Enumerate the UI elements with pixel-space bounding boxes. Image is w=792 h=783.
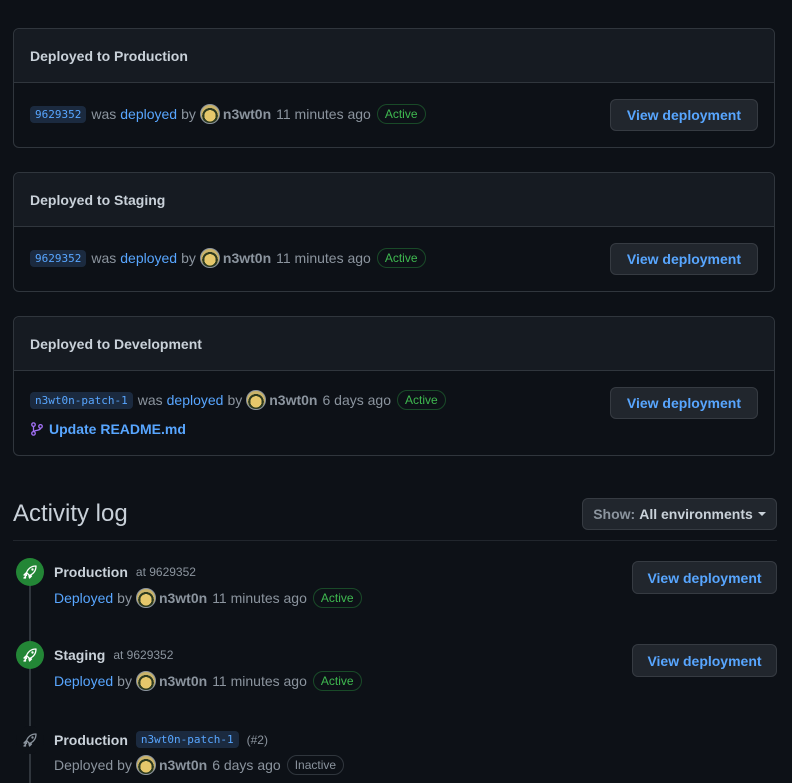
git-branch-icon (31, 422, 43, 436)
rocket-icon (16, 641, 44, 669)
deployed-link[interactable]: Deployed (54, 590, 113, 606)
branch-ref[interactable]: n3wt0n-patch-1 (135, 731, 239, 748)
timestamp: 11 minutes ago (276, 250, 371, 266)
status-badge: Inactive (286, 755, 345, 775)
deployed-link[interactable]: deployed (167, 392, 224, 408)
deployment-info: n3wt0n-patch-1 was deployed by n3wt0n 6 … (30, 390, 446, 410)
activity-entry-info: Deployed by n3wt0n 11 minutes ago Active (54, 588, 362, 608)
pull-request-ref[interactable]: (#2) (247, 733, 268, 747)
card-title: Deployed to Development (14, 317, 774, 371)
commit-ref: at 9629352 (135, 565, 196, 579)
commit-sha[interactable]: 9629352 (30, 105, 87, 123)
view-deployment-button[interactable]: View deployment (609, 99, 758, 131)
was-text: was (91, 250, 117, 266)
deployment-card-development: Deployed to Development n3wt0n-patch-1 w… (13, 316, 775, 456)
view-deployment-button[interactable]: View deployment (632, 561, 777, 594)
status-badge: Active (396, 390, 446, 410)
deployed-link[interactable]: deployed (120, 250, 177, 266)
deployed-text: Deployed (54, 757, 114, 773)
activity-entry-info: Deployed by n3wt0n 6 days ago Inactive (54, 755, 345, 775)
avatar[interactable] (135, 671, 156, 691)
chevron-down-icon (757, 512, 766, 516)
was-text: was (137, 392, 163, 408)
by-text: by (117, 590, 132, 606)
commit-line: Update README.md (30, 421, 186, 437)
status-badge: Active (376, 104, 426, 124)
username[interactable]: n3wt0n (223, 250, 271, 266)
filter-value: All environments (639, 506, 753, 522)
filter-label: Show: (593, 506, 636, 522)
username[interactable]: n3wt0n (159, 590, 207, 606)
status-badge: Active (312, 588, 362, 608)
username[interactable]: n3wt0n (223, 106, 271, 122)
activity-entry-title: Production n3wt0n-patch-1 (#2) (54, 731, 268, 748)
environment-name: Staging (54, 647, 106, 663)
divider (13, 540, 777, 541)
view-deployment-button[interactable]: View deployment (609, 387, 758, 419)
by-text: by (181, 250, 196, 266)
activity-entry-info: Deployed by n3wt0n 11 minutes ago Active (54, 671, 362, 691)
by-text: by (117, 673, 132, 689)
username[interactable]: n3wt0n (159, 757, 207, 773)
avatar[interactable] (199, 248, 220, 268)
activity-entry-title: Staging at 9629352 (54, 647, 173, 663)
deployed-link[interactable]: deployed (120, 106, 177, 122)
deployed-link[interactable]: Deployed (54, 673, 113, 689)
timestamp: 6 days ago (322, 392, 391, 408)
by-text: by (181, 106, 196, 122)
activity-log-heading: Activity log (13, 500, 128, 527)
by-text: by (227, 392, 243, 408)
rocket-icon (16, 726, 44, 754)
was-text: was (91, 106, 117, 122)
commit-sha[interactable]: 9629352 (30, 249, 87, 267)
environment-name: Production (54, 564, 128, 580)
timestamp: 6 days ago (212, 757, 281, 773)
timestamp: 11 minutes ago (212, 673, 307, 689)
branch-ref[interactable]: n3wt0n-patch-1 (30, 391, 133, 409)
deployment-info: 9629352 was deployed by n3wt0n 11 minute… (30, 248, 426, 268)
card-title: Deployed to Staging (14, 173, 774, 227)
deployment-card-production: Deployed to Production 9629352 was deplo… (13, 28, 775, 148)
commit-ref: at 9629352 (113, 648, 174, 662)
avatar[interactable] (199, 104, 220, 124)
avatar[interactable] (246, 390, 267, 410)
avatar[interactable] (135, 588, 156, 608)
avatar[interactable] (135, 755, 156, 775)
by-text: by (117, 757, 132, 773)
view-deployment-button[interactable]: View deployment (609, 243, 758, 275)
view-deployment-button[interactable]: View deployment (632, 644, 777, 677)
activity-entry-title: Production at 9629352 (54, 564, 196, 580)
status-badge: Active (312, 671, 362, 691)
username[interactable]: n3wt0n (159, 673, 207, 689)
commit-message-link[interactable]: Update README.md (49, 421, 186, 437)
card-title: Deployed to Production (14, 29, 774, 83)
environment-name: Production (54, 731, 128, 748)
environment-filter-dropdown[interactable]: Show: All environments (582, 498, 777, 530)
timestamp: 11 minutes ago (212, 590, 307, 606)
deployment-card-staging: Deployed to Staging 9629352 was deployed… (13, 172, 775, 292)
timestamp: 11 minutes ago (276, 106, 371, 122)
status-badge: Active (376, 248, 426, 268)
rocket-icon (16, 558, 44, 586)
deployment-info: 9629352 was deployed by n3wt0n 11 minute… (30, 104, 426, 124)
username[interactable]: n3wt0n (269, 392, 317, 408)
